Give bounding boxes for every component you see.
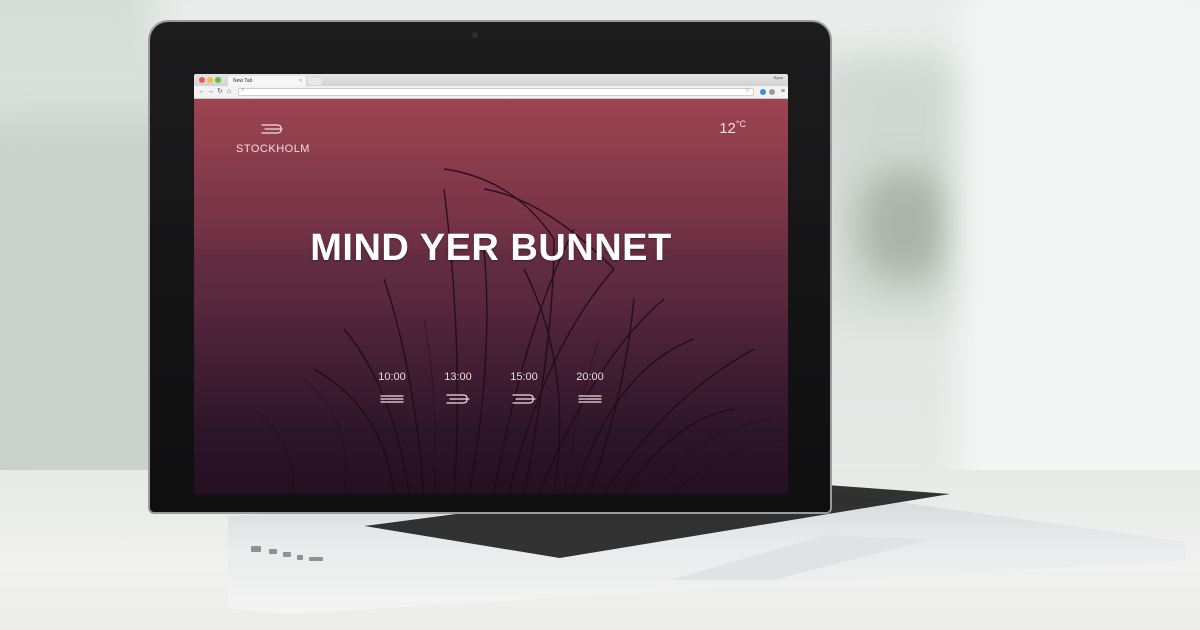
reload-icon[interactable]: ↻ (217, 88, 223, 96)
address-bar[interactable]: ⌕ ☆ (238, 87, 754, 96)
profile-button[interactable]: Ryan (774, 75, 783, 80)
browser-tab-bar: New Tab × Ryan (194, 74, 788, 86)
forecast-time: 10:00 (378, 371, 406, 383)
star-icon[interactable]: ☆ (745, 87, 750, 94)
webcam (472, 32, 478, 38)
forward-arrow-icon[interactable]: → (207, 88, 214, 96)
forecast-item: 13:00 (432, 371, 484, 410)
maximize-window-button[interactable] (215, 77, 221, 83)
browser-toolbar: ← → ↻ ⌂ ⌕ ☆ ≡ (194, 86, 788, 99)
hourly-forecast: 10:00 13:00 15:00 20:00 (366, 371, 616, 410)
city-name: STOCKHOLM (236, 143, 310, 155)
laptop-screen: New Tab × Ryan ← → ↻ ⌂ ⌕ ☆ ≡ STOCKHOLM 1… (194, 74, 788, 494)
weather-headline: MIND YER BUNNET (310, 227, 672, 269)
wind-icon (261, 124, 283, 134)
background-window (960, 0, 1200, 540)
laptop-lid: New Tab × Ryan ← → ↻ ⌂ ⌕ ☆ ≡ STOCKHOLM 1… (150, 22, 830, 512)
tab-close-icon[interactable]: × (299, 76, 302, 86)
forecast-item: 20:00 (564, 371, 616, 410)
laptop-ports (245, 540, 395, 570)
search-icon: ⌕ (241, 87, 245, 93)
minimize-window-button[interactable] (207, 77, 213, 83)
back-arrow-icon[interactable]: ← (198, 88, 205, 96)
home-icon[interactable]: ⌂ (227, 88, 231, 96)
strong-wind-icon (446, 394, 470, 404)
temperature: 12°C (719, 119, 746, 137)
forecast-time: 13:00 (444, 371, 472, 383)
extension-icon[interactable] (760, 89, 766, 95)
background-object (860, 170, 950, 280)
wind-icon (578, 395, 602, 403)
new-tab-button[interactable] (308, 78, 322, 85)
menu-icon[interactable]: ≡ (781, 88, 785, 96)
forecast-time: 20:00 (576, 371, 604, 383)
strong-wind-icon (512, 394, 536, 404)
close-window-button[interactable] (199, 77, 205, 83)
temperature-unit: °C (735, 119, 746, 129)
tab-title: New Tab (233, 78, 253, 84)
forecast-item: 15:00 (498, 371, 550, 410)
wind-icon (380, 395, 404, 403)
forecast-item: 10:00 (366, 371, 418, 410)
weather-new-tab-page: STOCKHOLM 12°C MIND YER BUNNET 10:00 13:… (194, 99, 788, 494)
forecast-time: 15:00 (510, 371, 538, 383)
grass-background-image (194, 168, 788, 494)
extension-icon[interactable] (769, 89, 775, 95)
temperature-value: 12 (719, 120, 736, 137)
browser-tab[interactable]: New Tab × (228, 76, 306, 86)
location-block: STOCKHOLM (236, 121, 310, 155)
